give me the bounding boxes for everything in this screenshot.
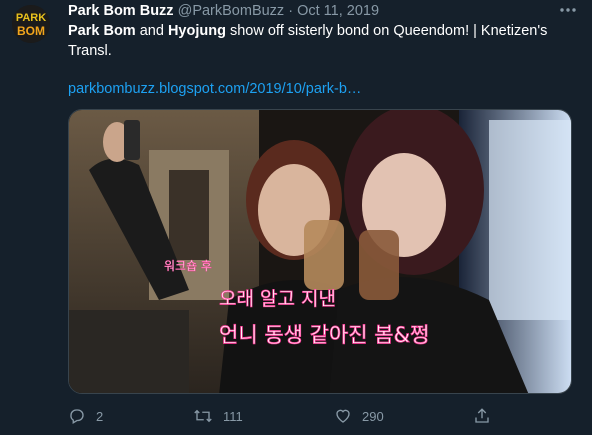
tweet-link[interactable]: parkbombuzz.blogspot.com/2019/10/park-b… (68, 79, 361, 99)
like-count: 290 (362, 408, 384, 424)
separator: · (288, 3, 294, 19)
video-caption-small: 워크숍 후 (164, 259, 212, 273)
media-image[interactable]: 워크숍 후 오래 알고 지낸 언니 동생 같아진 봄&쩡 (68, 109, 572, 394)
video-caption-line3: 언니 동생 같아진 봄&쩡 (219, 323, 429, 347)
like-icon (336, 409, 350, 423)
tweet-header: Park Bom Buzz @ParkBomBuzz · Oct 11, 201… (68, 2, 580, 20)
tweet-actions: 2 111 290 (68, 404, 498, 428)
handle[interactable]: @ParkBomBuzz (178, 3, 285, 19)
selfie-photo: 워크숍 후 오래 알고 지낸 언니 동생 같아진 봄&쩡 (69, 110, 571, 393)
like-button[interactable]: 290 (334, 404, 384, 428)
avatar-logo-text-bottom: BOM (17, 24, 45, 38)
timestamp[interactable]: Oct 11, 2019 (297, 3, 379, 19)
tweet-text-and: and (135, 23, 168, 39)
avatar[interactable]: PARK BOM (12, 5, 50, 43)
reply-icon (70, 409, 84, 424)
retweet-button[interactable]: 111 (193, 404, 243, 428)
mention-park-bom: Park Bom (68, 23, 136, 39)
share-icon (475, 408, 489, 423)
mention-hyojung: Hyojung (167, 23, 226, 39)
retweet-icon (194, 409, 212, 423)
share-button[interactable] (473, 404, 491, 428)
video-caption-line2: 오래 알고 지낸 (219, 288, 336, 310)
reply-count: 2 (96, 408, 104, 424)
tweet-text: Park Bom and Hyojung show off sisterly b… (68, 21, 578, 61)
retweet-count: 111 (223, 408, 243, 424)
avatar-logo: PARK BOM (12, 5, 50, 43)
avatar-logo-text-top: PARK (16, 12, 46, 24)
reply-button[interactable]: 2 (68, 404, 103, 428)
display-name[interactable]: Park Bom Buzz (68, 3, 174, 19)
